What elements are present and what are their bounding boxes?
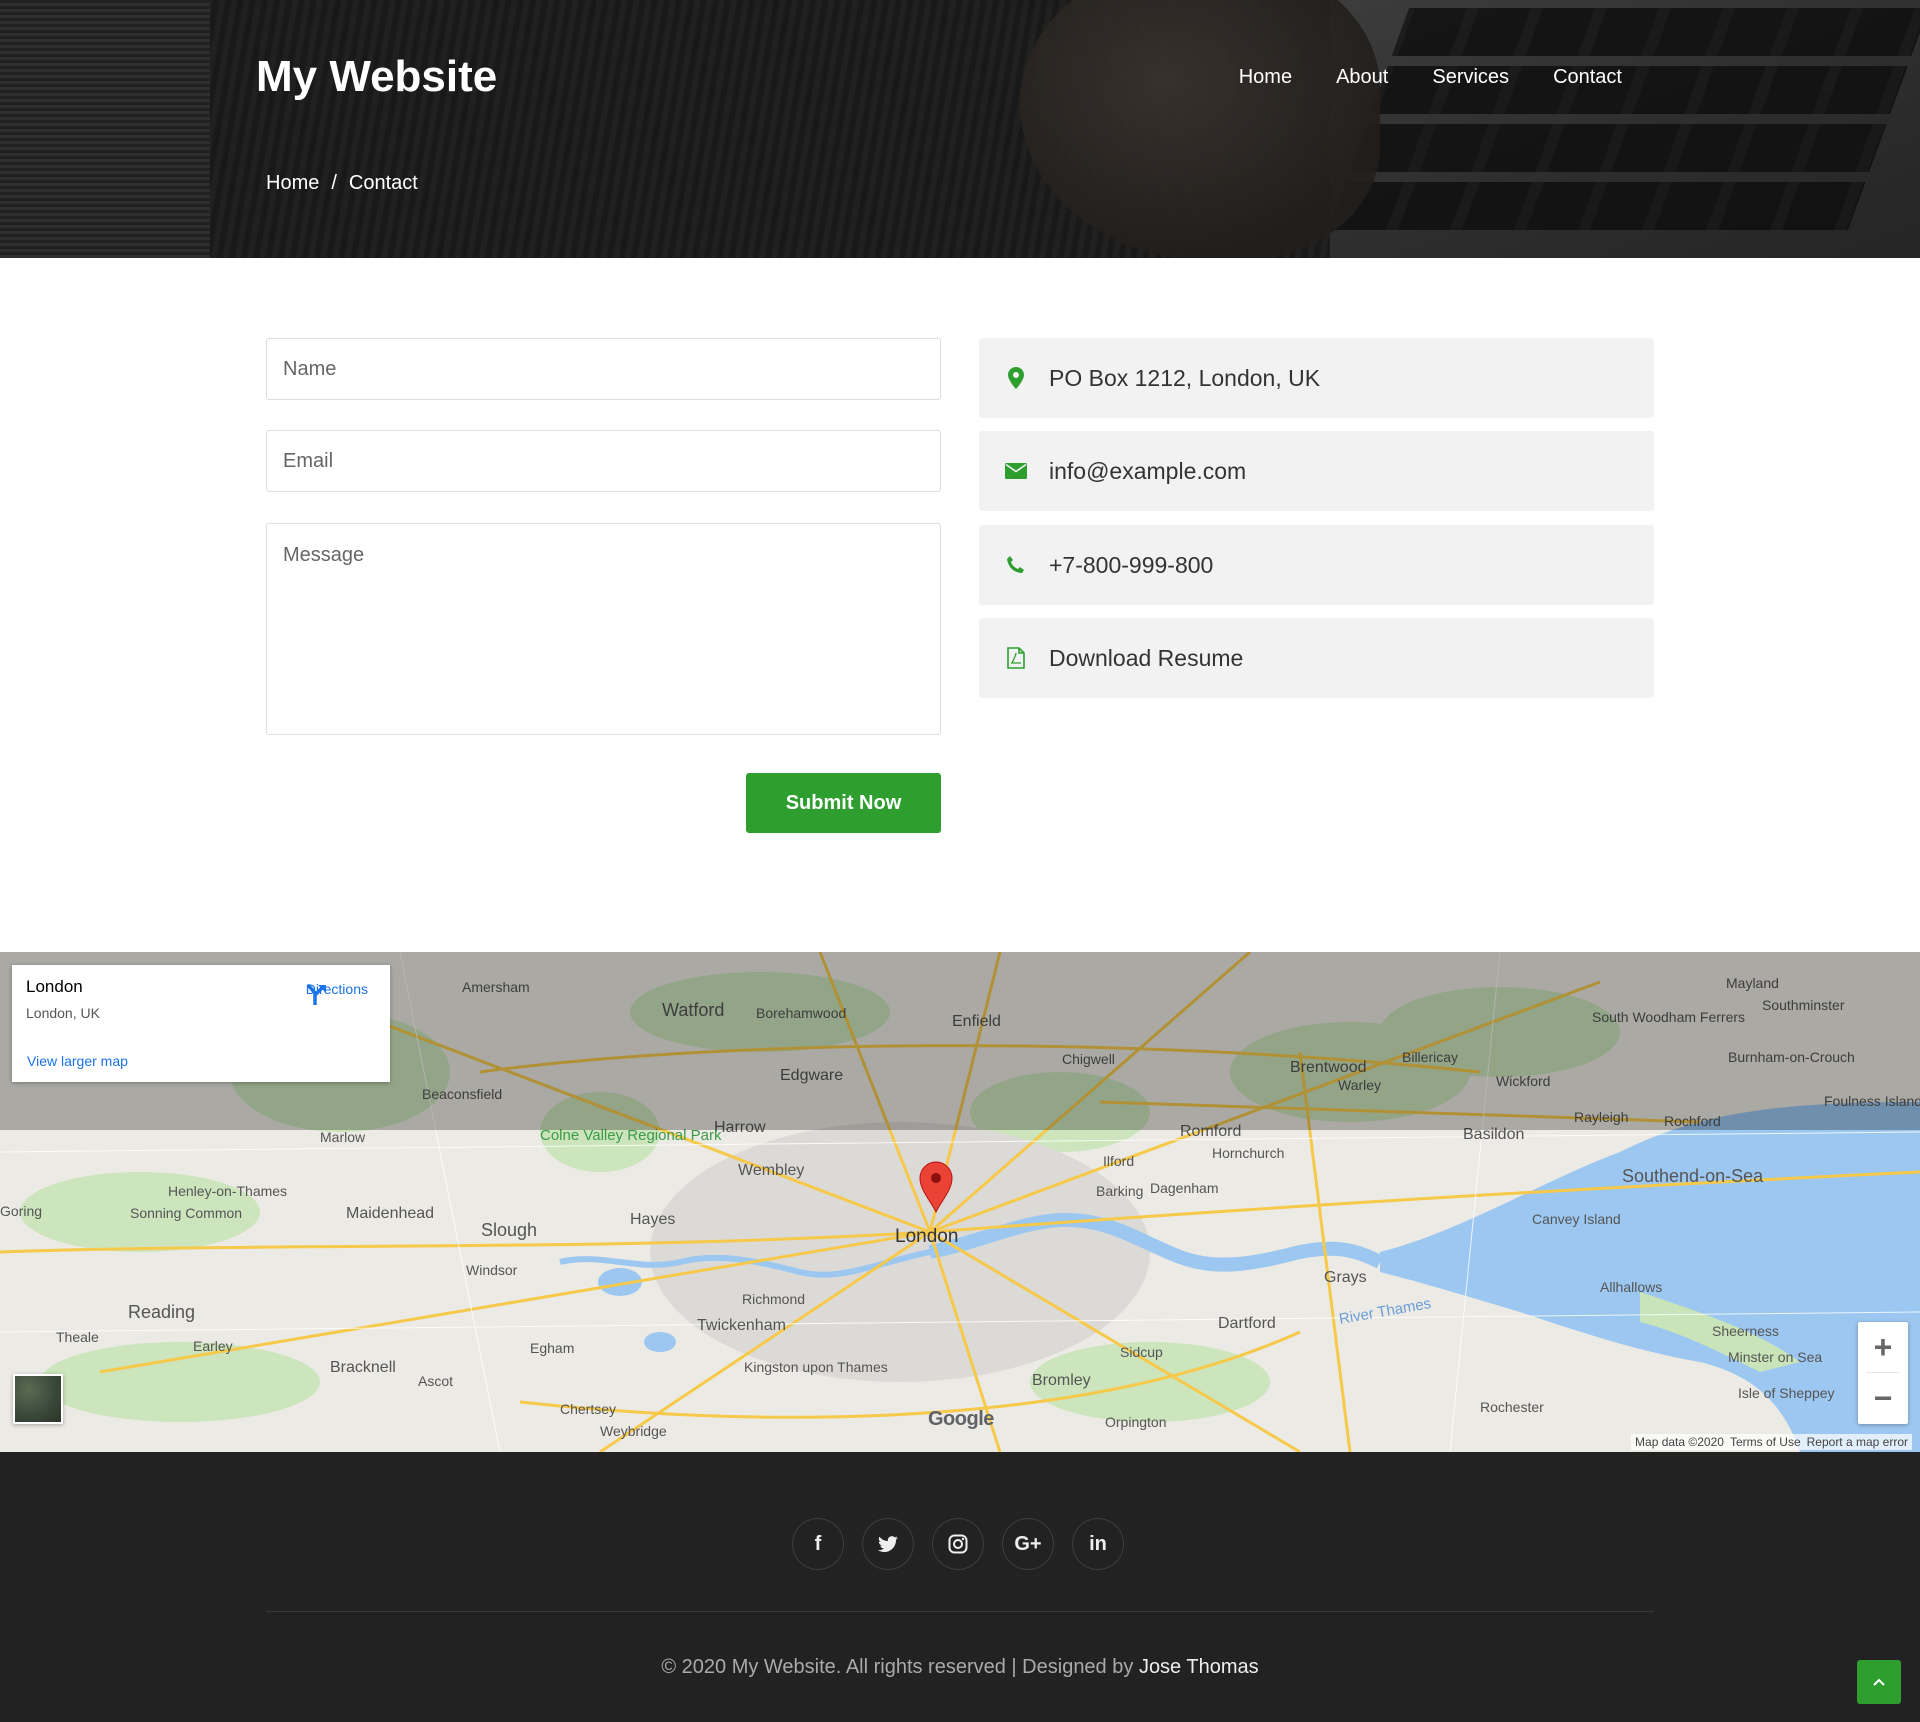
label-henley: Henley-on-Thames [168, 1183, 287, 1199]
label-hayes: Hayes [630, 1211, 675, 1228]
report-error-link[interactable]: Report a map error [1807, 1435, 1908, 1449]
email-input[interactable] [266, 430, 941, 492]
facebook-icon[interactable]: f [792, 1518, 844, 1570]
label-southend: Southend-on-Sea [1622, 1166, 1764, 1186]
label-reading: Reading [128, 1302, 195, 1322]
label-sidcup: Sidcup [1120, 1344, 1163, 1360]
phone-icon [1003, 552, 1029, 578]
instagram-icon[interactable] [932, 1518, 984, 1570]
chevron-up-icon [1873, 1678, 1885, 1686]
nav-home[interactable]: Home [1239, 66, 1292, 89]
main-nav: Home About Services Contact [1239, 66, 1622, 89]
twitter-icon[interactable] [862, 1518, 914, 1570]
zoom-out-button[interactable]: − [1858, 1373, 1908, 1423]
label-dagenham: Dagenham [1150, 1180, 1219, 1196]
terms-link[interactable]: Terms of Use [1730, 1435, 1801, 1449]
label-bromley: Bromley [1032, 1372, 1091, 1389]
satellite-toggle[interactable] [13, 1374, 63, 1424]
email-item[interactable]: info@example.com [979, 431, 1654, 511]
envelope-icon [1003, 458, 1029, 484]
label-egham: Egham [530, 1340, 574, 1356]
nav-contact[interactable]: Contact [1553, 66, 1622, 89]
view-larger-map-link[interactable]: View larger map [27, 1053, 128, 1069]
directions-button[interactable]: Directions [306, 981, 368, 1005]
label-london: London [895, 1226, 958, 1247]
site-footer: f G+ in © 2020 My Website. All rights re… [0, 1452, 1920, 1722]
linkedin-icon[interactable]: in [1072, 1518, 1124, 1570]
label-grays: Grays [1324, 1269, 1367, 1286]
address-text: PO Box 1212, London, UK [1049, 364, 1321, 391]
label-ilford: Ilford [1103, 1153, 1134, 1169]
label-marlow: Marlow [320, 1129, 366, 1145]
place-subtitle: London, UK [26, 1005, 100, 1021]
breadcrumb: Home / Contact [266, 172, 418, 195]
label-wembley: Wembley [738, 1162, 804, 1179]
designer-link[interactable]: Jose Thomas [1139, 1656, 1259, 1678]
label-kingston: Kingston upon Thames [744, 1359, 888, 1375]
label-weybridge: Weybridge [600, 1423, 667, 1439]
breadcrumb-home[interactable]: Home [266, 172, 319, 195]
name-input[interactable] [266, 338, 941, 400]
nav-services[interactable]: Services [1432, 66, 1509, 89]
label-bracknell: Bracknell [330, 1359, 396, 1376]
label-chertsey: Chertsey [560, 1401, 616, 1417]
label-windsor: Windsor [466, 1262, 518, 1278]
label-orpington: Orpington [1105, 1414, 1166, 1430]
email-text: info@example.com [1049, 457, 1247, 484]
label-sheerness: Sheerness [1712, 1323, 1779, 1339]
label-sonning: Sonning Common [130, 1205, 242, 1221]
breadcrumb-current: Contact [348, 172, 418, 194]
back-to-top-button[interactable] [1857, 1660, 1901, 1704]
directions-icon [306, 983, 326, 1005]
label-slough: Slough [481, 1220, 537, 1240]
footer-divider [266, 1611, 1654, 1612]
copyright-text: © 2020 My Website. All rights reserved |… [661, 1656, 1259, 1678]
file-pdf-icon [1003, 645, 1029, 671]
label-canvey: Canvey Island [1532, 1211, 1621, 1227]
map-place-card: London London, UK Directions View larger… [12, 965, 390, 1082]
zoom-in-button[interactable]: + [1858, 1322, 1908, 1372]
label-sheppey: Isle of Sheppey [1738, 1385, 1835, 1401]
zoom-controls: + − [1858, 1322, 1908, 1424]
address-item: PO Box 1212, London, UK [979, 338, 1654, 418]
hero-header: My Website Home About Services Contact H… [0, 0, 1920, 258]
label-theale: Theale [56, 1329, 99, 1345]
label-allhallows: Allhallows [1600, 1279, 1662, 1295]
message-textarea[interactable] [266, 523, 941, 735]
google-plus-icon[interactable]: G+ [1002, 1518, 1054, 1570]
phone-item[interactable]: +7-800-999-800 [979, 525, 1654, 605]
google-logo: Google [928, 1408, 994, 1430]
label-twickenham: Twickenham [697, 1317, 786, 1334]
label-maidenhead: Maidenhead [346, 1205, 434, 1222]
map-embed[interactable]: London Watford Enfield Edgware Harrow We… [0, 952, 1920, 1452]
submit-button[interactable]: Submit Now [746, 773, 941, 833]
nav-about[interactable]: About [1336, 66, 1388, 89]
breadcrumb-separator: / [331, 172, 337, 194]
map-attribution: Map data ©2020 Terms of Use Report a map… [1631, 1434, 1912, 1450]
label-minster: Minster on Sea [1728, 1349, 1822, 1365]
social-links: f G+ in [792, 1518, 1124, 1570]
label-barking: Barking [1096, 1183, 1143, 1199]
site-logo[interactable]: My Website [256, 52, 497, 102]
label-rochester: Rochester [1480, 1399, 1544, 1415]
label-hornchurch: Hornchurch [1212, 1145, 1284, 1161]
label-goring: Goring [0, 1203, 42, 1219]
label-ascot: Ascot [418, 1373, 453, 1389]
resume-item[interactable]: Download Resume [979, 618, 1654, 698]
label-richmond: Richmond [742, 1291, 805, 1307]
label-earley: Earley [193, 1338, 233, 1354]
phone-text: +7-800-999-800 [1049, 551, 1214, 578]
map-data-credit: Map data ©2020 [1635, 1435, 1724, 1449]
label-dartford: Dartford [1218, 1315, 1276, 1332]
resume-link[interactable]: Download Resume [1049, 645, 1243, 672]
map-marker-icon [1003, 365, 1029, 391]
